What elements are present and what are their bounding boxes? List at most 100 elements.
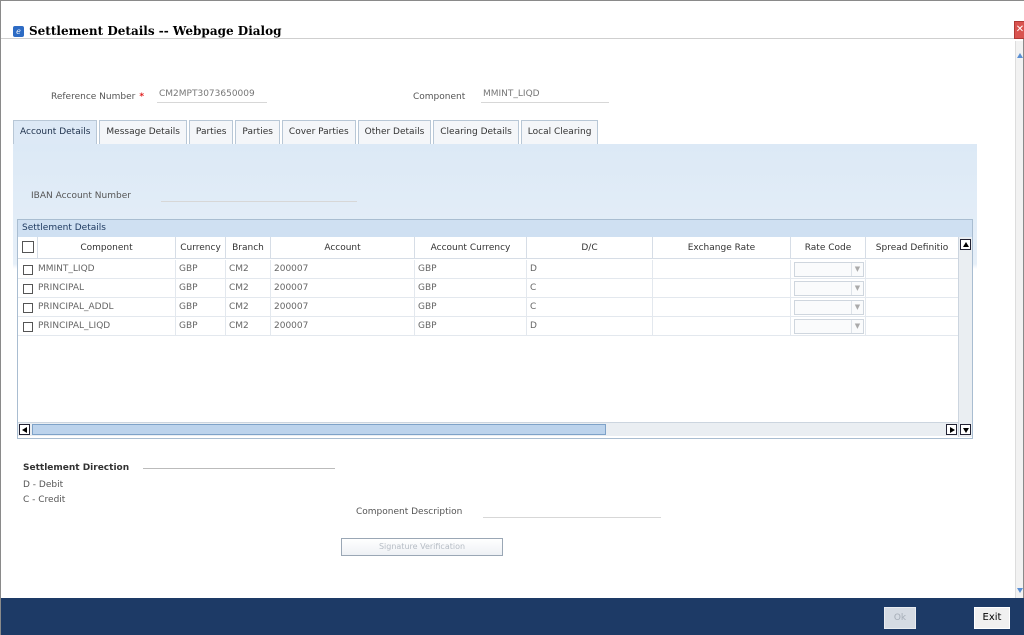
cell-account: 200007 (271, 260, 415, 279)
rate-code-select[interactable]: ▼ (794, 262, 864, 277)
table-row[interactable]: PRINCIPAL GBP CM2 200007 GBP C ▼ (18, 279, 958, 298)
tab-account-details[interactable]: Account Details (13, 120, 98, 144)
cell-rate-code: ▼ (791, 298, 866, 317)
col-dc[interactable]: D/C (527, 237, 653, 258)
cell-branch: CM2 (226, 279, 271, 298)
chevron-down-icon: ▼ (851, 320, 863, 333)
scroll-right-icon[interactable] (946, 424, 957, 435)
component-label: Component (413, 92, 466, 102)
required-marker: * (139, 92, 145, 102)
window-title: Settlement Details -- Webpage Dialog (29, 24, 282, 38)
grid-vertical-scrollbar[interactable] (958, 237, 972, 437)
row-checkbox[interactable] (23, 284, 33, 294)
reference-number-field[interactable]: CM2MPT3073650009 (157, 89, 267, 103)
cell-spread-definition (866, 298, 958, 317)
dialog-footer: Ok Exit (1, 598, 1024, 635)
cell-dc: C (527, 298, 653, 317)
col-spread-definition[interactable]: Spread Definitio (866, 237, 958, 258)
grid-horizontal-scrollbar[interactable] (18, 422, 958, 436)
rate-code-select[interactable]: ▼ (794, 281, 864, 296)
scroll-up-icon[interactable] (960, 239, 971, 250)
cell-currency: GBP (176, 298, 226, 317)
row-checkbox[interactable] (23, 303, 33, 313)
col-branch[interactable]: Branch (226, 237, 271, 258)
col-account-currency[interactable]: Account Currency (415, 237, 527, 258)
scroll-down-icon[interactable] (960, 424, 971, 435)
cell-account-currency: GBP (415, 298, 527, 317)
rate-code-select[interactable]: ▼ (794, 300, 864, 315)
cell-exchange-rate[interactable] (653, 298, 791, 317)
rate-code-select[interactable]: ▼ (794, 319, 864, 334)
col-exchange-rate[interactable]: Exchange Rate (653, 237, 791, 258)
cell-branch: CM2 (226, 317, 271, 336)
close-icon[interactable]: ✕ (1014, 21, 1024, 39)
cell-branch: CM2 (226, 260, 271, 279)
page-scrollbar[interactable] (1015, 41, 1023, 601)
cell-spread-definition (866, 317, 958, 336)
tab-other-details[interactable]: Other Details (357, 120, 432, 144)
table-row[interactable]: MMINT_LIQD GBP CM2 200007 GBP D ▼ (18, 260, 958, 279)
cell-account: 200007 (271, 298, 415, 317)
component-field[interactable]: MMINT_LIQD (481, 89, 609, 103)
iban-label: IBAN Account Number (31, 191, 131, 201)
cell-dc: D (527, 260, 653, 279)
component-description-label: Component Description (356, 507, 463, 517)
cell-dc: D (527, 317, 653, 336)
col-account[interactable]: Account (271, 237, 415, 258)
tab-parties-2[interactable]: Parties (235, 120, 280, 144)
component-description-field[interactable] (483, 504, 661, 518)
ie-page-icon: e (13, 26, 24, 37)
cell-rate-code: ▼ (791, 279, 866, 298)
cell-branch: CM2 (226, 298, 271, 317)
scroll-up-icon[interactable] (1017, 53, 1023, 58)
cell-component: PRINCIPAL_ADDL (38, 298, 176, 317)
cell-component: PRINCIPAL (38, 279, 176, 298)
exit-button[interactable]: Exit (974, 607, 1010, 629)
tab-cover-parties[interactable]: Cover Parties (281, 120, 356, 144)
cell-exchange-rate[interactable] (653, 317, 791, 336)
cell-spread-definition (866, 260, 958, 279)
cell-component: MMINT_LIQD (38, 260, 176, 279)
chevron-down-icon: ▼ (851, 263, 863, 276)
col-rate-code[interactable]: Rate Code (791, 237, 866, 258)
title-bar: e Settlement Details -- Webpage Dialog ✕ (1, 1, 1024, 39)
cell-exchange-rate[interactable] (653, 279, 791, 298)
debit-legend: D - Debit (23, 480, 64, 490)
row-checkbox[interactable] (23, 322, 33, 332)
col-currency[interactable]: Currency (176, 237, 226, 258)
dialog-window: e Settlement Details -- Webpage Dialog ✕… (0, 0, 1024, 635)
table-row[interactable]: PRINCIPAL_LIQD GBP CM2 200007 GBP D ▼ (18, 317, 958, 336)
table-row[interactable]: PRINCIPAL_ADDL GBP CM2 200007 GBP C ▼ (18, 298, 958, 317)
cell-account-currency: GBP (415, 279, 527, 298)
cell-account-currency: GBP (415, 260, 527, 279)
tab-message-details[interactable]: Message Details (99, 120, 187, 144)
tab-local-clearing[interactable]: Local Clearing (520, 120, 599, 144)
scroll-left-icon[interactable] (19, 424, 30, 435)
scroll-down-icon[interactable] (1017, 588, 1023, 593)
grid-header: Component Currency Branch Account Accoun… (18, 237, 958, 259)
col-component[interactable]: Component (38, 237, 176, 258)
settlement-details-grid: Settlement Details Component Currency Br… (17, 219, 973, 439)
credit-legend: C - Credit (23, 495, 66, 505)
cell-account: 200007 (271, 317, 415, 336)
cell-exchange-rate[interactable] (653, 260, 791, 279)
grid-title: Settlement Details (18, 220, 972, 237)
row-checkbox[interactable] (23, 265, 33, 275)
cell-account: 200007 (271, 279, 415, 298)
cell-spread-definition (866, 279, 958, 298)
cell-rate-code: ▼ (791, 260, 866, 279)
tab-parties[interactable]: Parties (188, 120, 234, 144)
cell-account-currency: GBP (415, 317, 527, 336)
cell-currency: GBP (176, 260, 226, 279)
signature-verification-button[interactable]: Signature Verification (341, 538, 503, 556)
tab-clearing-details[interactable]: Clearing Details (433, 120, 519, 144)
scrollbar-thumb[interactable] (32, 424, 606, 435)
ok-button[interactable]: Ok (884, 607, 916, 629)
cell-currency: GBP (176, 317, 226, 336)
cell-rate-code: ▼ (791, 317, 866, 336)
select-all-checkbox[interactable] (22, 241, 34, 253)
reference-number-label: Reference Number * (51, 92, 144, 102)
cell-dc: C (527, 279, 653, 298)
settlement-direction-title: Settlement Direction (23, 463, 130, 473)
iban-field[interactable] (161, 188, 357, 202)
